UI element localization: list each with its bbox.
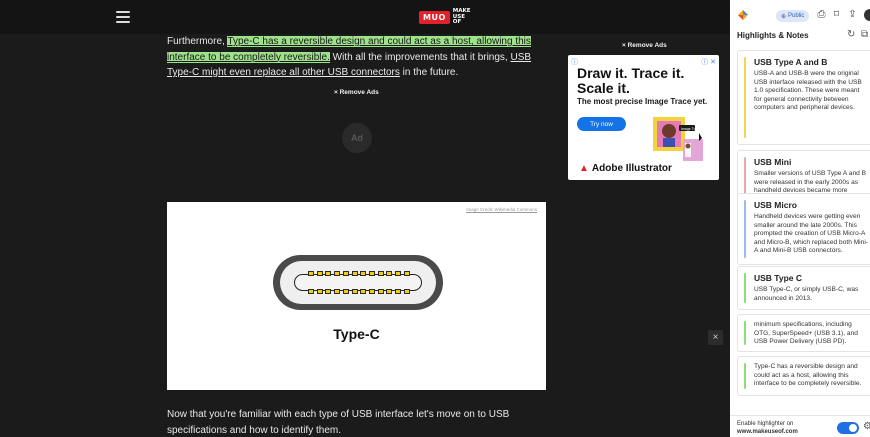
- note-text: minimum specifications, including OTG, S…: [754, 321, 858, 346]
- note-card[interactable]: USB Micro Handheld devices were getting …: [737, 193, 870, 265]
- bookmark-icon[interactable]: ⌑: [831, 9, 842, 21]
- settings-icon[interactable]: ⚙: [863, 421, 870, 432]
- note-title: USB Type C: [754, 273, 803, 283]
- remove-ads-button[interactable]: × Remove Ads: [334, 89, 379, 96]
- site-header: MUO MAKE USE OF: [0, 0, 730, 34]
- ad-headline: Draw it. Trace it. Scale it.: [577, 65, 685, 96]
- paragraph-text: Furthermore,: [167, 36, 228, 47]
- footer-label: Enable highlighter on: [737, 421, 794, 427]
- note-color-bar: [744, 273, 746, 303]
- note-title: USB Mini: [754, 157, 792, 167]
- avatar[interactable]: [864, 9, 870, 21]
- note-text: USB-A and USB-B were the original USB in…: [754, 70, 862, 112]
- logo-mark: MUO: [419, 10, 450, 24]
- note-text: Type-C has a reversible design and could…: [754, 363, 862, 388]
- panel-footer: Enable highlighter on www.makeuseof.com …: [730, 415, 870, 437]
- print-icon[interactable]: ⎙: [816, 9, 827, 21]
- highlighter-toggle[interactable]: [837, 422, 859, 434]
- article-paragraph: Furthermore, Type-C has a reversible des…: [167, 34, 553, 81]
- globe-icon: ⊕: [781, 13, 787, 20]
- ad-brand-name: Adobe Illustrator: [591, 163, 672, 174]
- note-title: USB Type A and B: [754, 57, 828, 67]
- ad-cta-button[interactable]: Try now: [577, 117, 626, 131]
- image-credit-link[interactable]: Image Credit: Wikimedia Commons: [466, 207, 537, 212]
- menu-icon[interactable]: [116, 11, 130, 23]
- share-icon[interactable]: ⇪: [847, 9, 858, 21]
- note-card[interactable]: USB Type C USB Type-C, or simply USB-C, …: [737, 266, 870, 310]
- visibility-toggle[interactable]: ⊕ Public: [776, 10, 810, 22]
- ad-art-label: Image Trace: [681, 127, 701, 131]
- logo-text: MAKE USE OF: [452, 8, 471, 25]
- image-caption: Type-C: [333, 326, 380, 342]
- paragraph-text: in the future.: [399, 67, 459, 78]
- ad-subheadline: The most precise Image Trace yet.: [577, 97, 708, 106]
- article-paragraph: Now that you're familiar with each type …: [167, 409, 510, 436]
- ad-artwork: Image Trace: [653, 117, 703, 161]
- note-color-bar: [744, 321, 746, 345]
- note-color-bar: [744, 57, 746, 138]
- refresh-icon[interactable]: ↻: [847, 29, 855, 40]
- note-card[interactable]: minimum specifications, including OTG, S…: [737, 314, 870, 352]
- close-icon[interactable]: ×: [708, 330, 723, 345]
- note-text: USB Type-C, or simply USB-C, was announc…: [754, 286, 859, 302]
- note-color-bar: [744, 200, 746, 258]
- remove-ads-button[interactable]: × Remove Ads: [622, 42, 667, 49]
- highlights-panel: ⊕ Public ⎙ ⌑ ⇪ Highlights & Notes ↻ ⧉ US…: [730, 0, 870, 437]
- adobe-logo-icon: ▲: [579, 163, 589, 174]
- advertisement[interactable]: ⓘ ⓘ ✕ Draw it. Trace it. Scale it. The m…: [568, 55, 719, 180]
- note-card[interactable]: Type-C has a reversible design and could…: [737, 356, 870, 396]
- footer-site: www.makeuseof.com: [737, 429, 798, 435]
- note-color-bar: [744, 363, 746, 389]
- copy-icon[interactable]: ⧉: [861, 29, 868, 40]
- panel-title: Highlights & Notes: [737, 31, 809, 40]
- site-logo[interactable]: MUO MAKE USE OF: [419, 8, 471, 26]
- highlighter-setting-label: Enable highlighter on www.makeuseof.com: [737, 420, 798, 436]
- note-title: USB Micro: [754, 200, 797, 210]
- ad-brand: ▲ Adobe Illustrator: [579, 163, 672, 174]
- usb-type-c-illustration: [273, 255, 443, 310]
- paragraph-text: With all the improvements that it brings…: [329, 51, 511, 63]
- ad-placeholder: Ad: [342, 123, 372, 153]
- extension-logo-icon: [738, 10, 748, 20]
- visibility-label: Public: [788, 13, 805, 19]
- note-text: Handheld devices were getting even small…: [754, 213, 868, 255]
- note-card[interactable]: USB Type A and B USB-A and USB-B were th…: [737, 50, 870, 145]
- panel-toolbar: ⊕ Public ⎙ ⌑ ⇪: [730, 0, 870, 28]
- article-image: Image Credit: Wikimedia Commons Type-C: [167, 202, 546, 390]
- ad-close-icon[interactable]: ⓘ ✕: [701, 57, 716, 67]
